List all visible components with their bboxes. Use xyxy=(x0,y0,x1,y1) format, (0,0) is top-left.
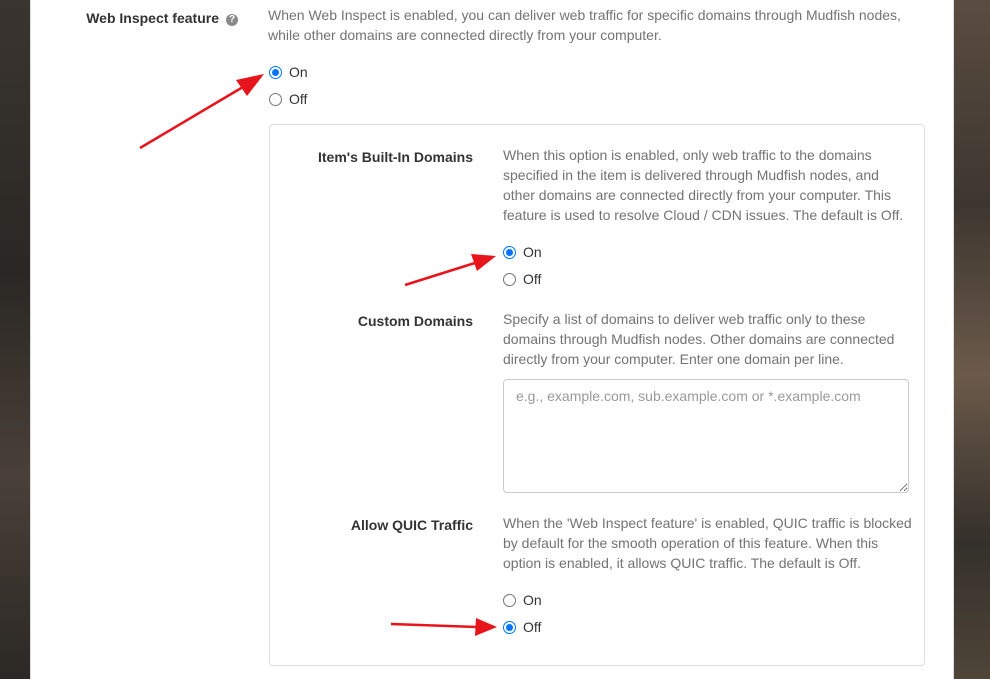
custom-domains-help: Specify a list of domains to deliver web… xyxy=(503,311,895,367)
custom-domains-label: Custom Domains xyxy=(357,313,473,329)
radio-checked-icon[interactable] xyxy=(269,65,282,79)
web-inspect-label: Web Inspect feature xyxy=(86,10,219,26)
radio-checked-icon[interactable] xyxy=(503,245,516,259)
builtin-domains-label: Item's Built-In Domains xyxy=(317,149,473,165)
background-right xyxy=(952,0,990,679)
allow-quic-help: When the 'Web Inspect feature' is enable… xyxy=(503,515,912,571)
background-left xyxy=(0,0,30,679)
custom-domains-textarea[interactable] xyxy=(503,379,909,493)
web-inspect-help: When Web Inspect is enabled, you can del… xyxy=(268,7,901,43)
web-inspect-label-row: Web Inspect feature? xyxy=(60,8,238,28)
allow-quic-off-radio[interactable]: Off xyxy=(503,617,541,637)
question-circle-icon[interactable]: ? xyxy=(226,14,238,26)
builtin-domains-help: When this option is enabled, only web tr… xyxy=(503,147,904,223)
allow-quic-on-radio[interactable]: On xyxy=(503,590,542,610)
radio-unchecked-icon[interactable] xyxy=(503,272,516,286)
builtin-domains-on-radio[interactable]: On xyxy=(503,242,542,262)
radio-checked-icon[interactable] xyxy=(503,620,516,634)
radio-unchecked-icon[interactable] xyxy=(503,593,516,607)
radio-unchecked-icon[interactable] xyxy=(269,92,282,106)
web-inspect-on-radio[interactable]: On xyxy=(269,62,308,82)
allow-quic-label: Allow QUIC Traffic xyxy=(350,517,473,533)
builtin-domains-off-radio[interactable]: Off xyxy=(503,269,541,289)
web-inspect-off-radio[interactable]: Off xyxy=(269,89,307,109)
